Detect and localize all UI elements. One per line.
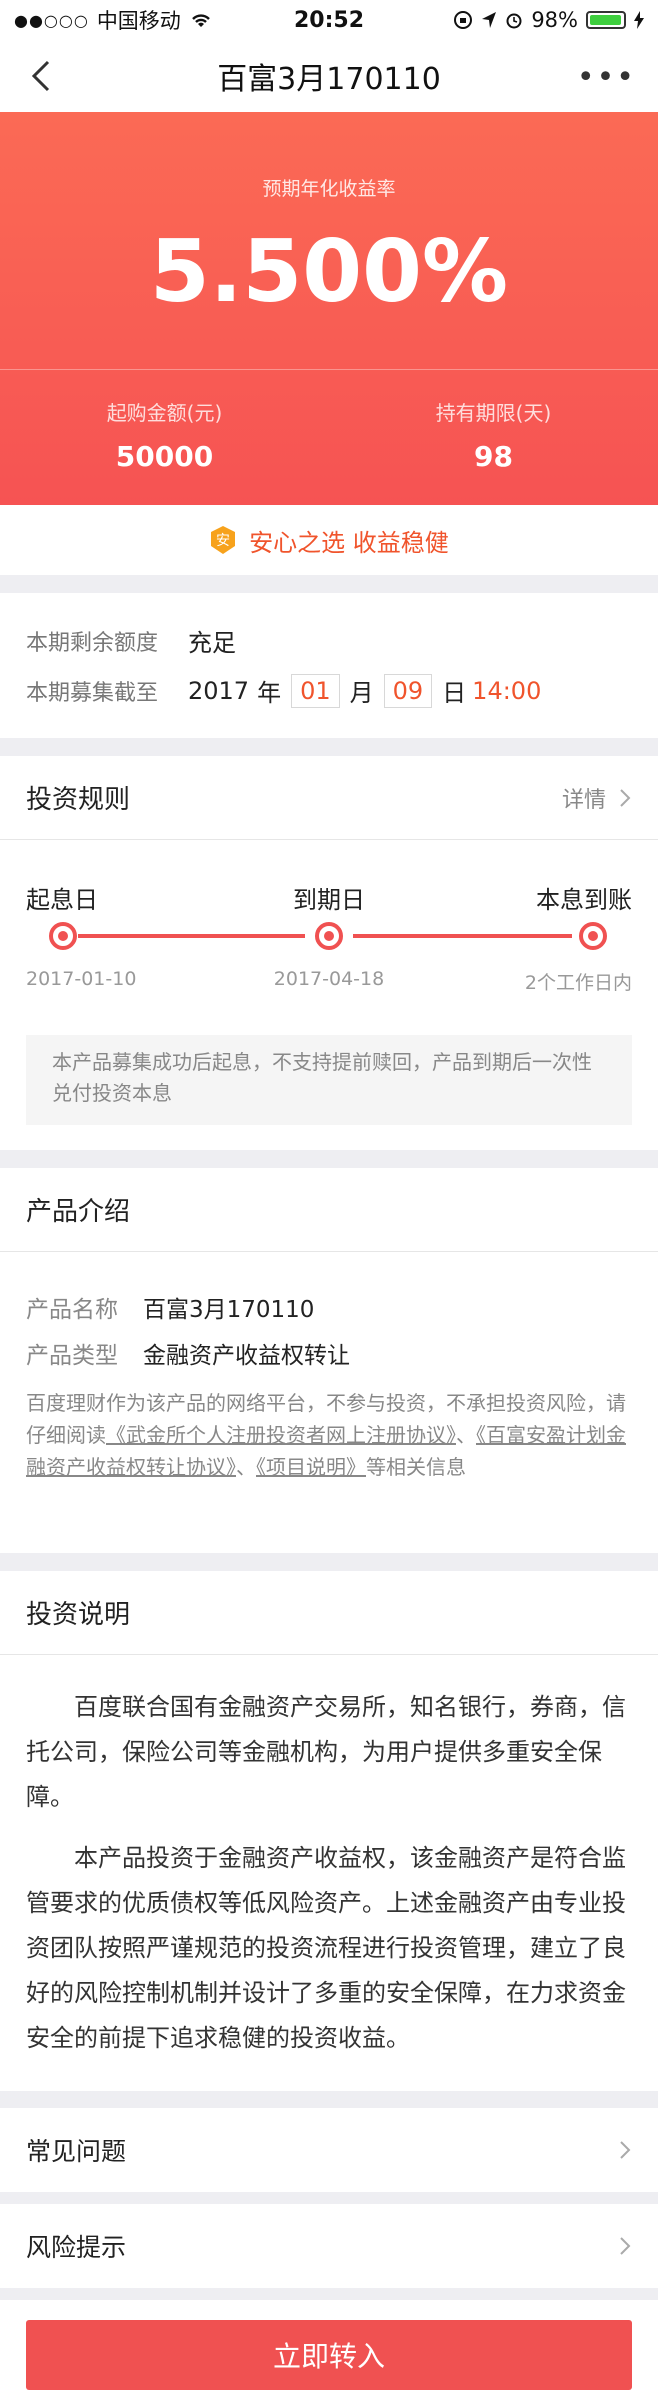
nav-bar: 百富3月170110 ••• xyxy=(0,40,658,112)
min-amount-block: 起购金额(元) 50000 xyxy=(0,397,329,473)
deadline-year: 2017 xyxy=(188,676,250,705)
term-label: 持有期限(天) xyxy=(435,401,552,425)
charging-icon xyxy=(634,11,644,29)
term-block: 持有期限(天) 98 xyxy=(329,397,658,473)
intro-disclaimer: 百度理财作为该产品的网络平台，不参与投资，不承担投资风险，请仔细阅读《武金所个人… xyxy=(26,1387,636,1483)
chevron-right-icon xyxy=(620,788,631,807)
deadline-row: 本期募集截至 2017 年 01 月 09 日 14:00 xyxy=(26,673,541,708)
rate-label: 预期年化收益率 xyxy=(262,178,396,200)
product-type-row: 产品类型 金融资产收益权转让 xyxy=(26,1336,350,1370)
risk-label: 风险提示 xyxy=(26,2233,127,2262)
min-amount-label: 起购金额(元) xyxy=(106,401,223,425)
rules-note: 本产品募集成功后起息，不支持提前赎回，产品到期后一次性兑付投资本息 xyxy=(26,1035,632,1125)
timeline-dot-start xyxy=(49,922,77,950)
hero-divider xyxy=(0,369,658,370)
product-type-value: 金融资产收益权转让 xyxy=(143,1343,350,1369)
intro-title: 产品介绍 xyxy=(26,1197,131,1227)
annual-rate: 5.500% xyxy=(149,222,509,322)
remaining-value: 充足 xyxy=(188,629,236,657)
status-bar: ●●○○○ 中国移动 20:52 98% xyxy=(0,0,658,40)
page-title: 百富3月170110 xyxy=(217,62,441,97)
disclaimer-text-end: 等相关信息 xyxy=(366,1455,466,1479)
battery-icon xyxy=(586,11,626,29)
term-value: 98 xyxy=(474,440,513,473)
faq-label: 常见问题 xyxy=(26,2137,127,2166)
wifi-icon xyxy=(191,14,210,27)
safe-badge-icon: 安 xyxy=(211,526,236,554)
period-card: 本期剩余额度 充足 本期募集截至 2017 年 01 月 09 日 14:00 xyxy=(0,593,658,738)
product-name-row: 产品名称 百富3月170110 xyxy=(26,1290,314,1324)
rules-detail-label: 详情 xyxy=(561,787,606,813)
signal-dots-icon: ●●○○○ xyxy=(14,10,89,30)
deadline-time: 14:00 xyxy=(472,676,542,705)
faq-row[interactable]: 常见问题 xyxy=(0,2108,658,2192)
rotation-lock-icon xyxy=(454,11,473,29)
back-arrow-icon[interactable] xyxy=(22,56,62,96)
rate-hero: 预期年化收益率 5.500% 起购金额(元) 50000 持有期限(天) 98 xyxy=(0,112,658,505)
agreement-link-project[interactable]: 《项目说明》 xyxy=(256,1455,366,1479)
disclaimer-sep: 、 xyxy=(456,1423,476,1447)
battery-level xyxy=(590,15,622,25)
invest-paragraph-2: 本产品投资于金融资产收益权，该金融资产是符合监管要求的优质债权等低风险资产。上述… xyxy=(26,1844,626,2052)
deadline-label: 本期募集截至 xyxy=(26,680,159,706)
remaining-label: 本期剩余额度 xyxy=(26,630,159,656)
product-type-label: 产品类型 xyxy=(26,1343,118,1369)
alarm-icon xyxy=(506,13,522,29)
chevron-right-icon xyxy=(620,2237,631,2255)
timeline-track xyxy=(49,922,607,950)
timeline-dot-payout xyxy=(579,922,607,950)
rules-detail-link[interactable]: 详情 xyxy=(562,782,632,814)
deadline-day-unit: 日 xyxy=(442,679,467,707)
status-time: 20:52 xyxy=(293,7,365,33)
deadline-year-unit: 年 xyxy=(257,679,282,707)
rules-title: 投资规则 xyxy=(26,785,131,815)
deadline-month-unit: 月 xyxy=(349,679,374,707)
transfer-in-button[interactable]: 立即转入 xyxy=(26,2320,632,2390)
slogan-bar: 安 安心之选 收益稳健 xyxy=(0,505,658,575)
agreement-link-registration[interactable]: 《武金所个人注册投资者网上注册协议》 xyxy=(106,1423,456,1447)
safe-badge-text: 安 xyxy=(216,533,230,549)
carrier-name: 中国移动 xyxy=(96,9,181,33)
location-icon xyxy=(482,12,497,28)
deadline-month: 01 xyxy=(291,673,340,708)
cta-bar: 立即转入 xyxy=(0,2300,658,2407)
slogan-text: 安心之选 收益稳健 xyxy=(249,528,449,557)
deadline-day: 09 xyxy=(383,673,433,708)
risk-row[interactable]: 风险提示 xyxy=(0,2204,658,2288)
intro-header: 产品介绍 xyxy=(0,1168,658,1252)
invest-header: 投资说明 xyxy=(0,1571,658,1655)
product-name-label: 产品名称 xyxy=(26,1297,118,1323)
timeline-dot-maturity xyxy=(315,922,343,950)
min-amount-value: 50000 xyxy=(115,440,214,473)
more-menu-icon[interactable]: ••• xyxy=(577,60,636,95)
battery-percent: 98% xyxy=(531,8,578,32)
product-name-value: 百富3月170110 xyxy=(143,1297,315,1323)
timeline-label-payout: 本息到账 xyxy=(536,886,632,914)
invest-title: 投资说明 xyxy=(26,1600,131,1630)
timeline-date-payout: 2个工作日内 xyxy=(524,972,632,994)
remaining-row: 本期剩余额度 充足 xyxy=(26,623,236,658)
rules-header[interactable]: 投资规则 详情 xyxy=(0,756,658,840)
invest-paragraph-1: 百度联合国有金融资产交易所，知名银行，券商，信托公司，保险公司等金融机构，为用户… xyxy=(26,1693,626,1811)
chevron-right-icon xyxy=(620,2141,631,2159)
disclaimer-sep: 、 xyxy=(236,1455,256,1479)
